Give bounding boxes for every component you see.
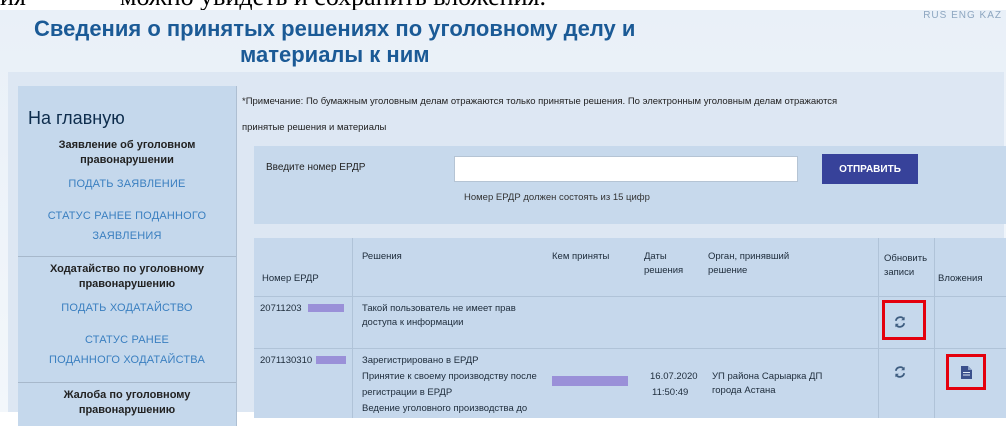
sidebar-section-title-motion: Ходатайство по уголовному правонарушению [49,263,205,290]
refresh-icon[interactable] [888,360,912,384]
erdr-input-hint: Номер ЕРДР должен состоять из 15 цифр [464,192,650,203]
sidebar-link-motion-status[interactable]: СТАТУС РАНЕЕ ПОДАННОГО ХОДАТАЙСТВА [18,330,236,370]
column-divider [934,238,935,418]
cell-organ: УП района Сарыарка ДП города Астана [712,371,823,396]
sidebar-section-title-complaint: Заявление об уголовном правонарушении [58,139,196,166]
page: RUS ENG KAZ Сведения о принятых решениях… [0,10,1006,426]
column-divider [878,238,879,418]
language-switcher[interactable]: RUS ENG KAZ [923,10,1002,21]
cell-decision-line: Принятие к своему производству после [362,371,537,382]
cell-decision-line: Ведение уголовного производства до [362,403,528,414]
highlight-box-attachment [946,354,986,390]
erdr-input[interactable] [454,156,798,182]
sidebar-link-submit-complaint[interactable]: ПОДАТЬ ЗАЯВЛЕНИЕ [18,174,236,194]
redaction-mark [552,376,628,386]
note-line1: *Примечание: По бумажным уголовным делам… [242,96,838,107]
sidebar-divider [18,256,236,257]
page-title: Сведения о принятых решениях по уголовно… [34,16,794,68]
header-organ: Орган, принявший решение [708,251,790,276]
header-dates: Даты решения [644,251,684,276]
erdr-search-form: Введите номер ЕРДР Номер ЕРДР должен сос… [254,146,1006,224]
erdr-input-label: Введите номер ЕРДР [266,162,366,173]
sidebar-section-title-appeal: Жалоба по уголовному правонарушению [63,389,191,416]
cell-erdr: 20711203 [260,303,302,314]
sidebar-link-submit-motion[interactable]: ПОДАТЬ ХОДАТАЙСТВО [18,298,236,318]
cell-decision: Такой пользователь не имеет прав доступа… [362,303,516,328]
header-refresh: Обновить записи [884,253,928,278]
page-title-line2: материалы к ним [240,42,430,67]
cell-time: 11:50:49 [652,387,689,398]
page-title-line1: Сведения о принятых решениях по уголовно… [34,16,636,41]
note-line2: принятые решения и материалы [242,122,387,133]
decisions-table: Номер ЕРДР Решения Кем приняты Даты реше… [254,238,1006,418]
redaction-mark [308,304,344,312]
highlight-box-refresh [882,300,926,340]
document-text-fragment: ия можно увидеть и сохранить вложения. [0,0,1006,11]
sidebar-link-complaint-status[interactable]: СТАТУС РАНЕЕ ПОДАННОГО ЗАЯВЛЕНИЯ [18,206,236,246]
cell-decision-line: Зарегистрировано в ЕРДР [362,355,479,366]
sidebar-divider [18,382,236,383]
header-attachments: Вложения [938,273,983,284]
sidebar: На главную Заявление об уголовном правон… [18,86,237,426]
redaction-mark [316,356,346,364]
header-erdr: Номер ЕРДР [262,273,319,284]
refresh-icon-glyph [894,366,906,378]
home-link[interactable]: На главную [28,108,125,129]
submit-button[interactable]: ОТПРАВИТЬ [822,154,918,184]
header-decisions: Решения [362,251,402,262]
header-by-whom: Кем приняты [552,251,610,262]
row-divider [254,348,1006,349]
cell-decision-line: регистрации в ЕРДР [362,387,453,398]
cell-erdr: 2071130310 [260,355,313,366]
cell-date: 16.07.2020 [650,371,698,382]
column-divider [352,238,353,418]
content-area: На главную Заявление об уголовном правон… [8,72,1006,426]
row-divider [254,296,1006,297]
